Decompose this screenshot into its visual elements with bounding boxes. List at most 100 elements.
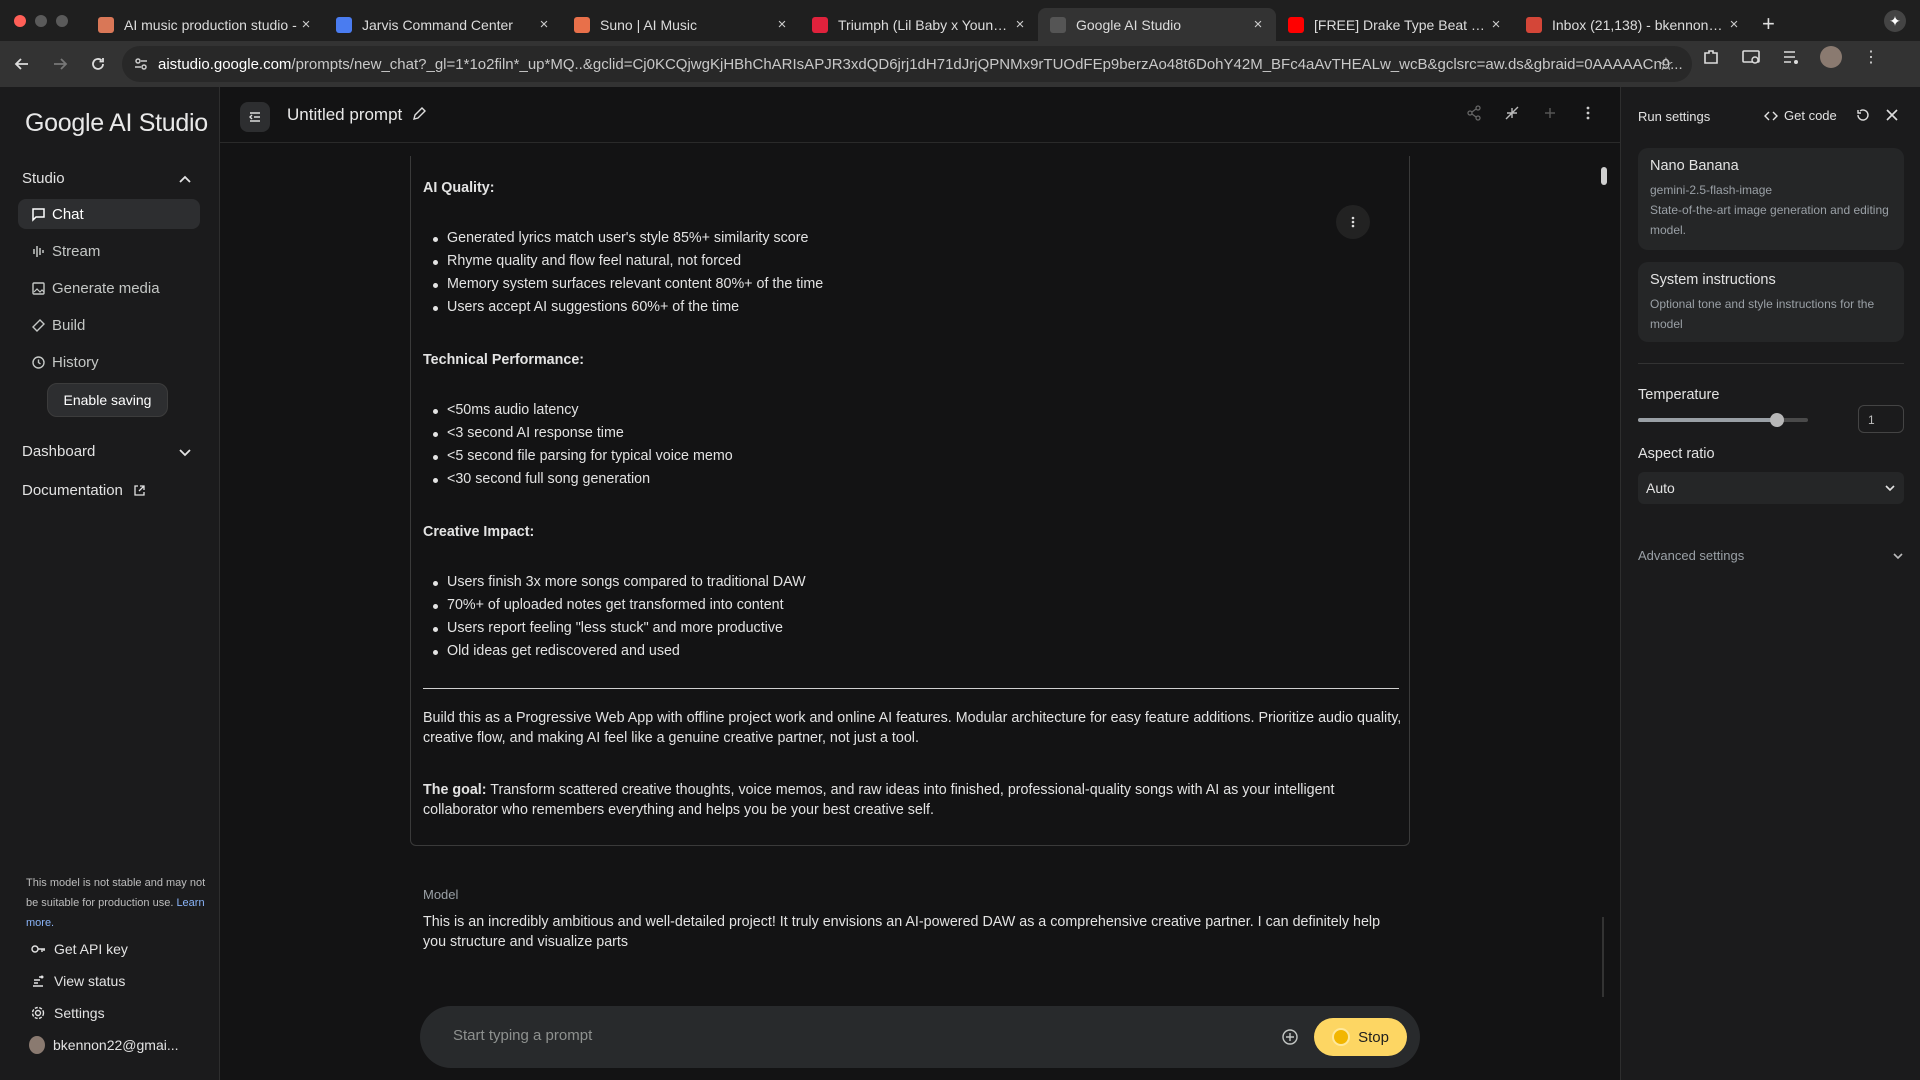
list-item: Users report feeling "less stuck" and mo… — [433, 617, 806, 640]
model-name: Nano Banana — [1650, 158, 1739, 174]
status-icon — [30, 973, 46, 989]
key-icon — [30, 941, 46, 957]
gemini-icon[interactable]: ✦ — [1884, 10, 1906, 32]
reload-icon[interactable] — [80, 46, 116, 82]
more-options-icon[interactable] — [1580, 105, 1596, 121]
browser-tab[interactable]: Google AI Studio × — [1038, 8, 1276, 41]
close-tab-icon[interactable]: × — [536, 16, 552, 33]
site-info-icon[interactable] — [132, 55, 150, 73]
account-menu[interactable]: bkennon22@gmai... — [29, 1036, 179, 1054]
list-item: 70%+ of uploaded notes get transformed i… — [433, 594, 806, 617]
goal-label: The goal: — [423, 782, 487, 798]
tab-strip: AI music production studio - × Jarvis Com… — [86, 0, 1752, 41]
bookmark-star-icon[interactable]: ☆ — [1658, 54, 1674, 75]
temperature-input[interactable]: 1 — [1858, 405, 1904, 433]
stream-icon — [30, 243, 46, 259]
minimize-window-button[interactable] — [35, 14, 47, 27]
list-item: <50ms audio latency — [433, 399, 733, 422]
browser-tab[interactable]: Inbox (21,138) - bkennon22@ × — [1514, 8, 1752, 41]
model-role-label: Model — [423, 887, 459, 902]
beatstars-icon — [812, 16, 828, 33]
tab-title: Google AI Studio — [1076, 16, 1182, 33]
browser-tab[interactable]: [FREE] Drake Type Beat - "NE × — [1276, 8, 1514, 41]
settings-link[interactable]: Settings — [30, 1005, 105, 1021]
stop-label: Stop — [1358, 1028, 1389, 1046]
enable-saving-button[interactable]: Enable saving — [47, 383, 168, 417]
browser-tab[interactable]: Jarvis Command Center × — [324, 8, 562, 41]
chat-icon — [30, 206, 46, 222]
view-status-link[interactable]: View status — [30, 973, 125, 989]
add-attachment-icon[interactable] — [1281, 1028, 1299, 1046]
chevron-down-icon — [1892, 550, 1904, 562]
forward-icon[interactable] — [42, 46, 78, 82]
maximize-window-button[interactable] — [56, 14, 68, 27]
aspect-ratio-select[interactable]: Auto — [1638, 472, 1904, 504]
sidebar-item-chat[interactable]: Chat — [18, 199, 200, 229]
url-domain: aistudio.google.com — [158, 55, 292, 73]
footer-item-label: Settings — [54, 1005, 105, 1021]
close-tab-icon[interactable]: × — [1250, 16, 1266, 33]
edit-title-icon[interactable] — [411, 106, 427, 122]
sidebar-item-label: Chat — [52, 205, 84, 223]
scrollbar-thumb[interactable] — [1601, 167, 1607, 185]
tab-title: Suno | AI Music — [600, 16, 698, 33]
message-options-button[interactable] — [1336, 205, 1370, 239]
sidebar-item-stream[interactable]: Stream — [18, 236, 200, 266]
app-logo[interactable]: Google AI Studio — [25, 109, 208, 138]
close-tab-icon[interactable]: × — [774, 16, 790, 33]
back-icon[interactable] — [4, 46, 40, 82]
stop-button[interactable]: Stop — [1314, 1018, 1407, 1056]
run-settings-title: Run settings — [1638, 109, 1711, 124]
system-instructions-card[interactable]: System instructions Optional tone and st… — [1638, 262, 1904, 342]
close-tab-icon[interactable]: × — [1488, 16, 1504, 33]
browser-tab[interactable]: Triumph (Lil Baby x Young Th × — [800, 8, 1038, 41]
browser-tab-bar: AI music production studio - × Jarvis Com… — [0, 0, 1920, 41]
get-code-button[interactable]: Get code — [1764, 108, 1837, 123]
close-tab-icon[interactable]: × — [298, 16, 314, 33]
ai-studio-icon — [1050, 16, 1066, 33]
documentation-link[interactable]: Documentation — [22, 482, 192, 499]
extensions-icon[interactable] — [1700, 46, 1722, 68]
close-icon[interactable] — [1884, 107, 1902, 125]
sidebar-item-label: History — [52, 353, 99, 371]
address-bar[interactable]: aistudio.google.com/prompts/new_chat?_gl… — [122, 46, 1692, 82]
media-icon — [30, 280, 46, 296]
close-tab-icon[interactable]: × — [1726, 16, 1742, 33]
run-settings-panel: Run settings Get code Nano Banana gemini… — [1620, 87, 1920, 1080]
share-icon[interactable] — [1466, 105, 1482, 121]
sidebar-item-history[interactable]: History — [18, 347, 200, 377]
media-controls-icon[interactable] — [1780, 46, 1802, 68]
footer-item-label: Get API key — [54, 941, 128, 957]
studio-section-toggle[interactable]: Studio — [22, 170, 192, 187]
model-selector[interactable]: Nano Banana gemini-2.5-flash-image State… — [1638, 148, 1904, 250]
sidebar-item-build[interactable]: Build — [18, 310, 200, 340]
dashboard-section-toggle[interactable]: Dashboard — [22, 443, 192, 460]
gmail-icon — [1526, 16, 1542, 33]
toggle-sidebar-button[interactable] — [240, 102, 270, 132]
get-code-label: Get code — [1784, 108, 1837, 123]
get-api-key-link[interactable]: Get API key — [30, 941, 128, 957]
close-tab-icon[interactable]: × — [1012, 16, 1028, 33]
profile-avatar[interactable] — [1820, 46, 1842, 68]
close-window-button[interactable] — [14, 14, 26, 27]
chevron-down-icon — [178, 445, 192, 459]
claude-icon — [98, 16, 114, 33]
creative-impact-list: Users finish 3x more songs compared to t… — [433, 571, 806, 663]
browser-tab[interactable]: Suno | AI Music × — [562, 8, 800, 41]
prompt-input[interactable]: Start typing a prompt — [453, 1027, 592, 1044]
settings-icon — [30, 1005, 46, 1021]
browser-menu-icon[interactable]: ⋮ — [1860, 46, 1882, 68]
advanced-settings-toggle[interactable]: Advanced settings — [1638, 548, 1904, 563]
temperature-slider[interactable] — [1638, 413, 1808, 427]
sidebar-item-generate-media[interactable]: Generate media — [18, 273, 200, 303]
reset-settings-icon[interactable] — [1855, 107, 1873, 125]
add-icon[interactable] — [1542, 105, 1558, 121]
temperature-slider-handle[interactable] — [1770, 413, 1785, 427]
new-tab-button[interactable]: + — [1762, 11, 1775, 37]
cast-icon[interactable] — [1740, 46, 1762, 68]
compare-icon[interactable] — [1504, 105, 1520, 121]
browser-toolbar: aistudio.google.com/prompts/new_chat?_gl… — [0, 41, 1920, 87]
browser-tab[interactable]: AI music production studio - × — [86, 8, 324, 41]
scrollbar-track[interactable] — [1602, 917, 1604, 997]
list-item: Generated lyrics match user's style 85%+… — [432, 227, 823, 250]
